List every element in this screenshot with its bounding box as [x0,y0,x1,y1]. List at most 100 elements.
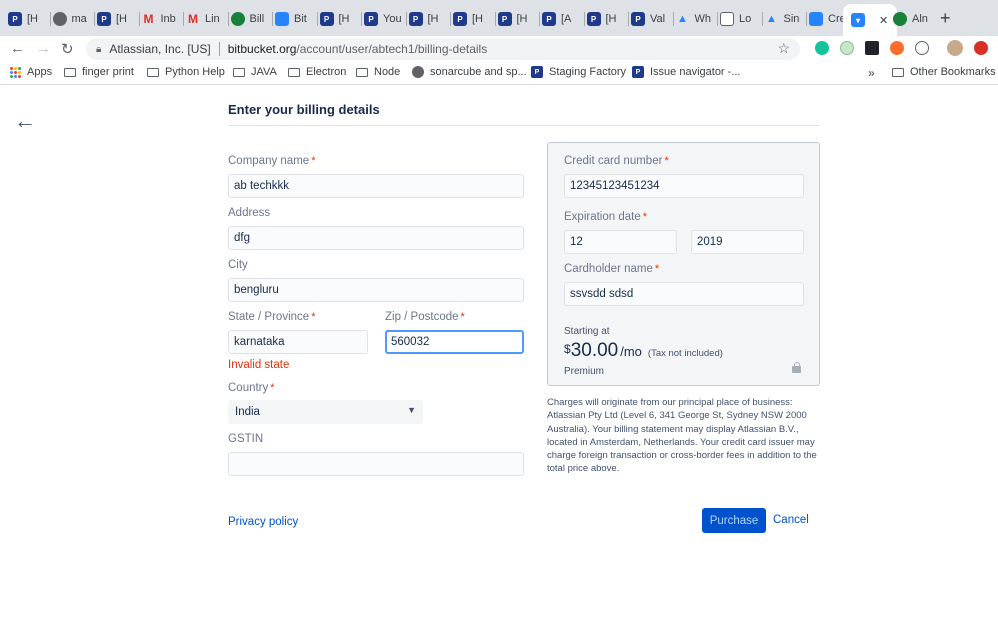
tab[interactable]: P [H [586,6,629,32]
jira-p-icon: P [631,12,645,26]
expiry-year-input[interactable]: 2019 [691,230,804,254]
tab[interactable]: ▲ Wh [676,6,718,32]
tab-label: Wh [694,13,712,25]
jira-p-icon: P [319,12,334,26]
jira-p-icon: P [497,12,512,26]
tab-close-icon[interactable]: ✕ [879,14,888,27]
jira-p-icon: P [364,12,378,26]
extension-icon[interactable] [840,41,854,55]
bookmark-item[interactable]: P Issue navigator -... [632,66,741,78]
url-org: Atlassian, Inc. [US] [109,42,211,56]
zip-label: Zip / Postcode * [385,311,465,323]
tab-label: Bit [294,13,307,25]
bookmark-item[interactable]: Apps [10,66,52,78]
city-input[interactable]: bengluru [228,278,524,302]
bookmark-label: Issue navigator -... [650,66,741,78]
bookmark-item[interactable]: Node [356,66,400,78]
label-text: Company name [228,155,310,167]
company-name-input[interactable]: ab techkkk [228,174,524,198]
tab-last[interactable]: Aln [893,6,933,32]
label-text: Country [228,382,269,394]
tab[interactable]: ▲ Sin [765,6,807,32]
privacy-policy-link[interactable]: Privacy policy [228,516,298,528]
extension-icon[interactable] [915,41,929,55]
gstin-input[interactable] [228,452,524,476]
card-number-label: Credit card number * [564,155,669,167]
chevron-down-icon: ▼ [407,405,416,415]
new-tab-button[interactable]: + [940,8,951,29]
cardholder-label: Cardholder name * [564,263,659,275]
card-number-input[interactable]: 12345123451234 [564,174,804,198]
tab[interactable]: P [A [542,6,585,32]
tab[interactable]: Lo [720,6,763,32]
bookmark-item[interactable]: sonarcube and sp... [412,66,527,78]
shield-icon [230,12,245,26]
browser-toolbar: ← → ↻ 🔒︎ Atlassian, Inc. [US] bitbucket.… [0,36,998,62]
label-text: Expiration date [564,211,641,223]
tab[interactable]: Bill [230,6,273,32]
address-bar[interactable]: 🔒︎ Atlassian, Inc. [US] bitbucket.org/ac… [86,38,800,60]
price: $ 30.00 /mo (Tax not included) [564,340,723,362]
required-marker: * [460,311,465,323]
bookmark-item[interactable]: P Staging Factory [531,66,626,78]
page-title: Enter your billing details [228,102,380,117]
doc-icon [720,12,734,26]
state-input[interactable]: karnataka [228,330,368,354]
label-text: State / Province [228,311,310,323]
tab[interactable]: P [H [319,6,362,32]
shield-icon [893,12,907,26]
bookmark-item[interactable]: Python Help [147,66,225,78]
tab[interactable]: P [H [453,6,496,32]
expiry-month-input[interactable]: 12 [564,230,677,254]
bookmark-item[interactable]: JAVA [233,66,277,78]
required-marker: * [311,155,316,167]
tab[interactable]: ma [52,6,95,32]
tab[interactable]: P [H [97,6,140,32]
update-icon[interactable] [974,41,988,55]
cardholder-input[interactable]: ssvsdd sdsd [564,282,804,306]
tab[interactable]: P Val [631,6,674,32]
country-select[interactable]: India ▼ [228,400,423,424]
jira-p-icon: P [542,12,556,26]
tab[interactable]: Bit [275,6,318,32]
gstin-label: GSTIN [228,433,264,445]
forward-nav-icon[interactable]: → [36,40,51,57]
zip-input[interactable]: 560032 [385,330,524,354]
tab-label: Sin [783,13,800,25]
bookmark-label: Staging Factory [549,66,627,78]
extension-icon[interactable] [890,41,904,55]
tab[interactable]: P You [364,6,407,32]
required-marker: * [642,211,647,223]
other-bookmarks[interactable]: Other Bookmarks [892,66,996,78]
tab[interactable]: P [H [8,6,51,32]
country-value: India [235,406,260,418]
jira-p-icon: P [586,12,601,26]
label-text: Zip / Postcode [385,311,459,323]
more-bookmarks-button[interactable]: » [868,66,875,80]
back-nav-icon[interactable]: ← [10,40,25,57]
gmail-icon: M [188,12,198,26]
react-devtools-icon[interactable] [865,41,879,55]
tab[interactable]: P [H [497,6,540,32]
tab[interactable]: M Lin [186,6,229,32]
grammarly-extension-icon[interactable] [815,41,829,55]
tab[interactable]: M Inb [142,6,184,32]
back-arrow-icon[interactable]: ← [14,108,36,134]
bookmark-item[interactable]: finger print [64,66,134,78]
address-input[interactable]: dfg [228,226,524,250]
tab-label: [H [27,13,38,25]
folder-icon [356,67,368,77]
reload-icon[interactable]: ↻ [61,40,74,58]
cancel-link[interactable]: Cancel [773,514,809,526]
bookmark-star-icon[interactable]: ☆ [777,40,790,57]
jira-p-icon: P [8,12,22,26]
purchase-button[interactable]: Purchase [702,508,766,533]
bookmark-item[interactable]: Electron [288,66,346,78]
avatar[interactable] [947,40,963,56]
tab[interactable]: P [H [408,6,451,32]
price-period: /mo [620,344,642,359]
price-currency: $ [564,342,571,356]
tax-note: (Tax not included) [647,348,723,359]
tab-active[interactable]: ▾ ✕ [843,4,897,36]
billing-notice: Charges will originate from our principa… [547,397,817,475]
